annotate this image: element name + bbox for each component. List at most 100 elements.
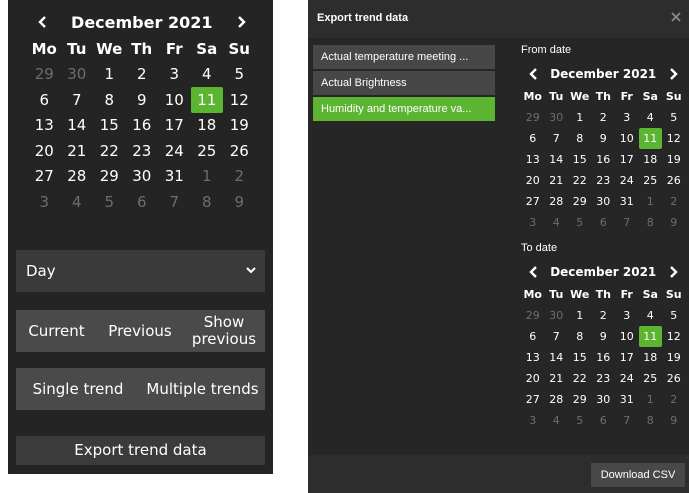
calendar-day[interactable]: 3 [158,62,191,88]
current-button[interactable]: Current [16,310,97,352]
calendar-day[interactable]: 8 [639,410,663,431]
calendar-day[interactable]: 3 [521,212,545,233]
calendar-day[interactable]: 1 [191,164,224,190]
calendar-day[interactable]: 4 [639,305,663,326]
calendar-day[interactable]: 14 [545,149,569,170]
calendar-day[interactable]: 26 [662,368,686,389]
calendar-day[interactable]: 3 [615,305,639,326]
calendar-day[interactable]: 26 [662,170,686,191]
calendar-day[interactable]: 6 [592,410,616,431]
calendar-day[interactable]: 22 [568,368,592,389]
calendar-day[interactable]: 9 [126,87,159,113]
calendar-day[interactable]: 21 [545,170,569,191]
calendar-day[interactable]: 5 [568,212,592,233]
calendar-day[interactable]: 3 [28,189,61,215]
calendar-day[interactable]: 8 [93,87,126,113]
calendar-day[interactable]: 1 [568,305,592,326]
calendar-day[interactable]: 7 [545,326,569,347]
calendar-day[interactable]: 7 [615,410,639,431]
calendar-day[interactable]: 14 [61,113,94,139]
calendar-day[interactable]: 2 [223,164,256,190]
calendar-day[interactable]: 2 [662,389,686,410]
calendar-day[interactable]: 15 [93,113,126,139]
calendar-day[interactable]: 29 [521,107,545,128]
calendar-day[interactable]: 8 [639,212,663,233]
calendar-day[interactable]: 8 [568,326,592,347]
chevron-left-icon[interactable] [521,62,545,86]
calendar-day[interactable]: 29 [93,164,126,190]
calendar-day[interactable]: 21 [545,368,569,389]
calendar-day[interactable]: 5 [93,189,126,215]
calendar-day[interactable]: 30 [126,164,159,190]
chevron-left-icon[interactable] [521,260,545,284]
calendar-day[interactable]: 19 [662,347,686,368]
calendar-day[interactable]: 25 [639,170,663,191]
calendar-day[interactable]: 23 [126,138,159,164]
calendar-day[interactable]: 18 [639,347,663,368]
calendar-day[interactable]: 2 [592,107,616,128]
calendar-day[interactable]: 30 [592,389,616,410]
calendar-day[interactable]: 5 [223,62,256,88]
calendar-day[interactable]: 24 [615,368,639,389]
calendar-day[interactable]: 29 [568,389,592,410]
calendar-day[interactable]: 14 [545,347,569,368]
calendar-day[interactable]: 22 [568,170,592,191]
calendar-day[interactable]: 2 [662,191,686,212]
calendar-day[interactable]: 6 [28,87,61,113]
calendar-day[interactable]: 30 [545,305,569,326]
calendar-day[interactable]: 27 [521,389,545,410]
calendar-day[interactable]: 1 [93,62,126,88]
period-select[interactable]: Day [16,250,265,292]
calendar-day[interactable]: 31 [615,191,639,212]
calendar-day[interactable]: 7 [61,87,94,113]
calendar-day[interactable]: 30 [545,107,569,128]
calendar-month-title[interactable]: December 2021 [550,265,656,279]
calendar-day[interactable]: 2 [126,62,159,88]
calendar-day[interactable]: 24 [158,138,191,164]
calendar-day-selected[interactable]: 11 [638,326,662,347]
calendar-day[interactable]: 25 [639,368,663,389]
calendar-day[interactable]: 17 [615,347,639,368]
calendar-day[interactable]: 12 [223,87,256,113]
calendar-day[interactable]: 8 [568,128,592,149]
calendar-day[interactable]: 6 [592,212,616,233]
single-trend-button[interactable]: Single trend [16,368,140,410]
calendar-day[interactable]: 1 [639,191,663,212]
chevron-right-icon[interactable] [662,62,686,86]
calendar-day[interactable]: 19 [662,149,686,170]
calendar-day[interactable]: 8 [191,189,224,215]
calendar-day[interactable]: 27 [28,164,61,190]
calendar-day[interactable]: 20 [28,138,61,164]
calendar-day[interactable]: 7 [545,128,569,149]
multiple-trends-button[interactable]: Multiple trends [140,368,265,410]
calendar-day[interactable]: 30 [592,191,616,212]
calendar-day[interactable]: 18 [191,113,224,139]
trend-list-item-selected[interactable]: Humidity and temperature va... [313,97,495,121]
calendar-day[interactable]: 28 [545,389,569,410]
calendar-day[interactable]: 9 [662,212,686,233]
calendar-day[interactable]: 16 [592,347,616,368]
calendar-day[interactable]: 17 [615,149,639,170]
show-previous-button[interactable]: Show previous [183,310,265,352]
calendar-day[interactable]: 1 [639,389,663,410]
calendar-day[interactable]: 16 [126,113,159,139]
calendar-day[interactable]: 9 [592,128,616,149]
close-icon[interactable] [669,10,683,24]
calendar-day[interactable]: 5 [568,410,592,431]
calendar-month-title[interactable]: December 2021 [71,13,212,32]
calendar-day[interactable]: 31 [158,164,191,190]
calendar-day[interactable]: 7 [158,189,191,215]
calendar-day[interactable]: 3 [615,107,639,128]
calendar-day[interactable]: 12 [662,326,686,347]
calendar-day[interactable]: 29 [28,62,61,88]
calendar-day[interactable]: 4 [191,62,224,88]
chevron-right-icon[interactable] [662,260,686,284]
calendar-day[interactable]: 19 [223,113,256,139]
calendar-day[interactable]: 10 [615,128,639,149]
calendar-day[interactable]: 12 [662,128,686,149]
calendar-day[interactable]: 29 [568,191,592,212]
calendar-day[interactable]: 1 [568,107,592,128]
calendar-day[interactable]: 9 [223,189,256,215]
chevron-left-icon[interactable] [30,10,54,34]
calendar-day[interactable]: 4 [545,410,569,431]
